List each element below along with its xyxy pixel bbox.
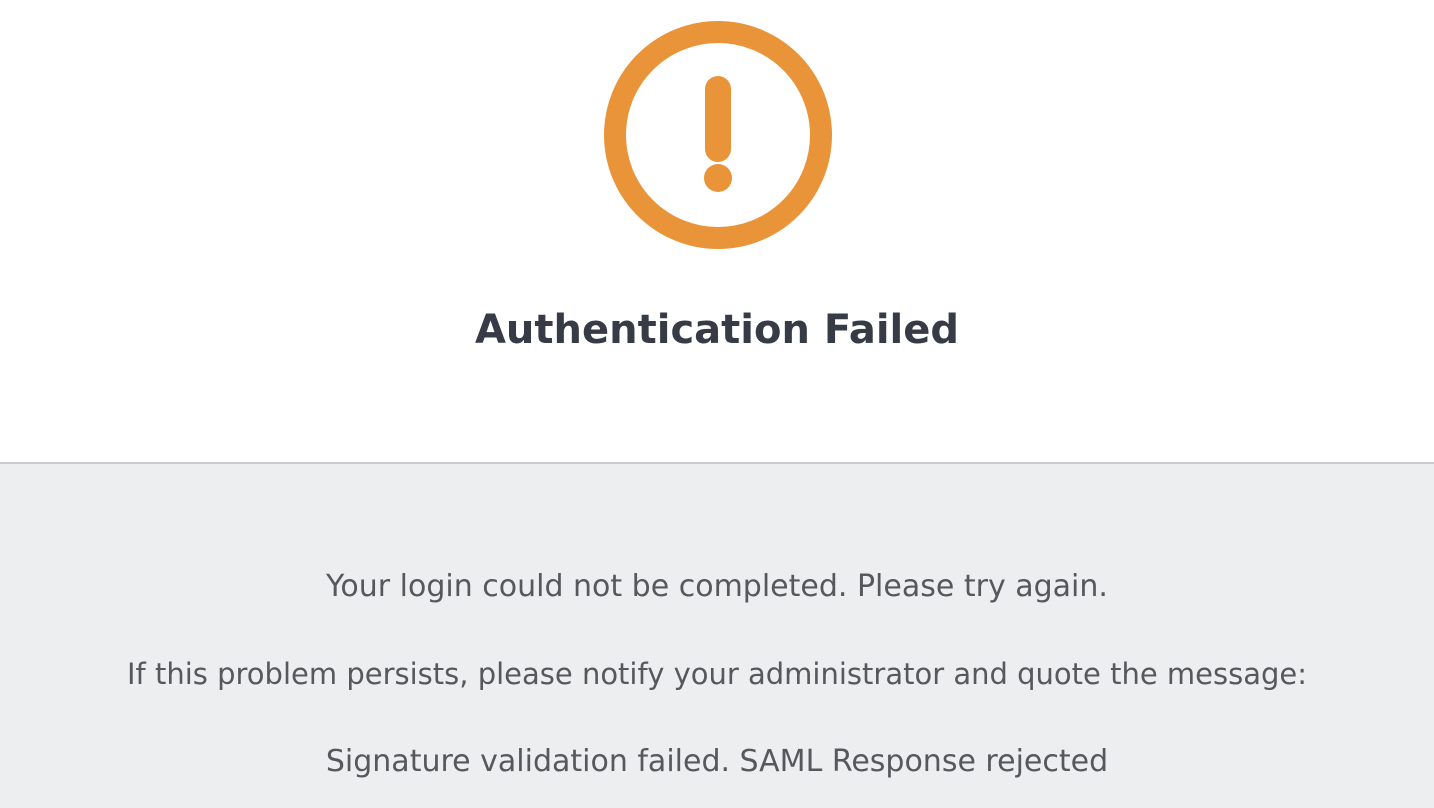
error-message: Signature validation failed. SAML Respon… <box>325 744 1109 779</box>
message-panel: Your login could not be completed. Pleas… <box>0 464 1434 808</box>
retry-message: Your login could not be completed. Pleas… <box>326 569 1108 604</box>
auth-error-page: Authentication Failed Your login could n… <box>0 0 1434 808</box>
exclamation-circle-icon <box>604 21 832 249</box>
header-panel: Authentication Failed <box>0 0 1434 462</box>
persist-message: If this problem persists, please notify … <box>127 657 1307 691</box>
page-title: Authentication Failed <box>474 307 960 353</box>
